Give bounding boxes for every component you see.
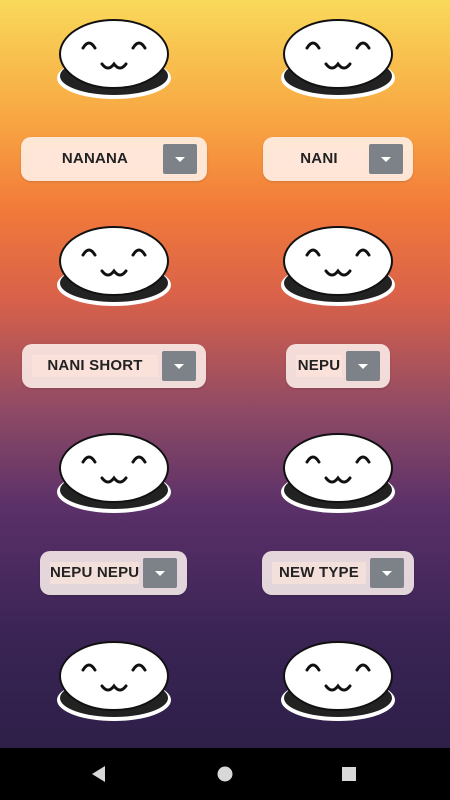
sound-button-3[interactable]	[56, 225, 172, 307]
smiley-face-icon	[57, 433, 171, 513]
smiley-face-icon	[57, 226, 171, 306]
smiley-face-icon	[281, 641, 395, 721]
recents-icon	[342, 767, 356, 781]
sound-button-7[interactable]	[56, 640, 172, 722]
smiley-face-icon	[281, 226, 395, 306]
smiley-face-icon	[57, 641, 171, 721]
sound-selector-label: NEW TYPE	[272, 562, 366, 584]
screen: NANANA NANI NANI SHORT NEPU NEPU NEPU NE…	[0, 0, 450, 748]
sound-selector-2[interactable]: NANI	[263, 137, 413, 181]
back-icon	[92, 766, 105, 782]
sound-button-4[interactable]	[280, 225, 396, 307]
sound-selector-3[interactable]: NANI SHORT	[22, 344, 206, 388]
sound-selector-6[interactable]: NEW TYPE	[262, 551, 414, 595]
smiley-face-icon	[281, 433, 395, 513]
dropdown-arrow-icon[interactable]	[162, 351, 196, 381]
back-button[interactable]	[69, 748, 129, 800]
dropdown-arrow-icon[interactable]	[370, 558, 404, 588]
dropdown-arrow-icon[interactable]	[143, 558, 177, 588]
sound-selector-label: NEPU NEPU	[50, 562, 140, 584]
sound-selector-label: NANANA	[31, 148, 159, 170]
home-button[interactable]	[195, 748, 255, 800]
dropdown-arrow-icon[interactable]	[346, 351, 380, 381]
smiley-face-icon	[57, 19, 171, 99]
sound-button-2[interactable]	[280, 18, 396, 100]
sound-button-5[interactable]	[56, 432, 172, 514]
sound-selector-label: NEPU	[296, 355, 342, 377]
smiley-face-icon	[281, 19, 395, 99]
sound-selector-1[interactable]: NANANA	[21, 137, 207, 181]
sound-button-6[interactable]	[280, 432, 396, 514]
dropdown-arrow-icon[interactable]	[163, 144, 197, 174]
sound-selector-5[interactable]: NEPU NEPU	[40, 551, 187, 595]
sound-selector-label: NANI SHORT	[32, 355, 158, 377]
sound-selector-label: NANI	[273, 148, 365, 170]
navigation-bar	[0, 748, 450, 800]
recents-button[interactable]	[319, 748, 379, 800]
sound-selector-4[interactable]: NEPU	[286, 344, 390, 388]
home-icon	[217, 766, 233, 782]
sound-button-1[interactable]	[56, 18, 172, 100]
dropdown-arrow-icon[interactable]	[369, 144, 403, 174]
sound-button-8[interactable]	[280, 640, 396, 722]
